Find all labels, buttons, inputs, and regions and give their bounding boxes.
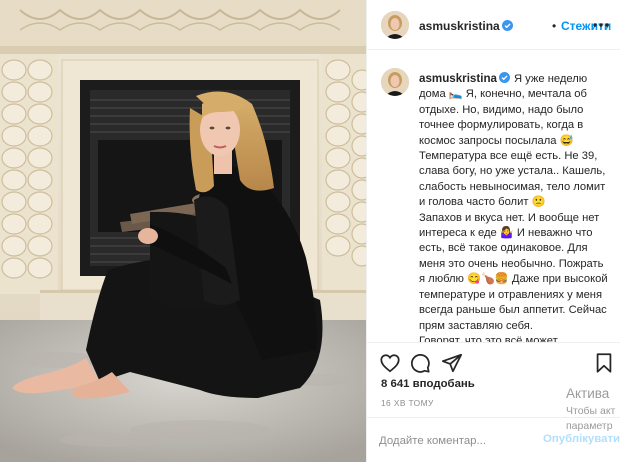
- post-header: asmuskristina • Стежити: [367, 0, 620, 50]
- activation-watermark-text-2: параметр: [566, 420, 613, 432]
- caption: asmuskristina Я уже неделю дома 🛌 Я, коне…: [367, 52, 620, 342]
- post-timestamp[interactable]: 16 хв тому: [381, 398, 434, 408]
- verified-badge-icon: [498, 72, 510, 83]
- share-icon[interactable]: [441, 352, 463, 374]
- caption-text-3: Запахов и вкуса нет. И вообще нет интере…: [419, 211, 608, 332]
- post-photo[interactable]: [0, 0, 366, 462]
- verified-badge-icon: [501, 20, 513, 31]
- caption-avatar[interactable]: [381, 68, 409, 96]
- comment-input[interactable]: [379, 432, 529, 450]
- caption-body: asmuskristina Я уже неделю дома 🛌 Я, коне…: [419, 71, 609, 342]
- activation-watermark-title: Актива: [566, 386, 610, 401]
- header-username-text[interactable]: asmuskristina: [419, 19, 500, 33]
- caption-text-2: Температура все ещё есть. Не 39, слава б…: [419, 150, 606, 209]
- right-column: [322, 54, 366, 294]
- separator-dot: •: [552, 19, 557, 33]
- more-options-icon[interactable]: [591, 15, 611, 35]
- activation-watermark-text: Чтобы акт: [566, 405, 616, 417]
- comment-icon[interactable]: [409, 352, 431, 374]
- avatar[interactable]: [381, 11, 409, 39]
- caption-paragraph: asmuskristina Я уже неделю дома 🛌 Я, коне…: [419, 71, 609, 149]
- avatar-image: [381, 11, 409, 39]
- heart-icon[interactable]: [379, 352, 401, 374]
- caption-username-text[interactable]: asmuskristina: [419, 72, 497, 85]
- likes-count[interactable]: 8 641 вподобань: [381, 378, 475, 390]
- photo-scene: [0, 0, 366, 462]
- caption-text-4: Говорят, что это всё может вернуться со …: [419, 334, 558, 342]
- caption-username[interactable]: asmuskristina: [419, 72, 510, 85]
- post-comment-button[interactable]: Опублікувати: [543, 433, 620, 445]
- bookmark-icon[interactable]: [593, 352, 615, 374]
- left-column: [0, 54, 58, 294]
- caption-avatar-image: [381, 68, 409, 96]
- header-username[interactable]: asmuskristina: [419, 19, 513, 33]
